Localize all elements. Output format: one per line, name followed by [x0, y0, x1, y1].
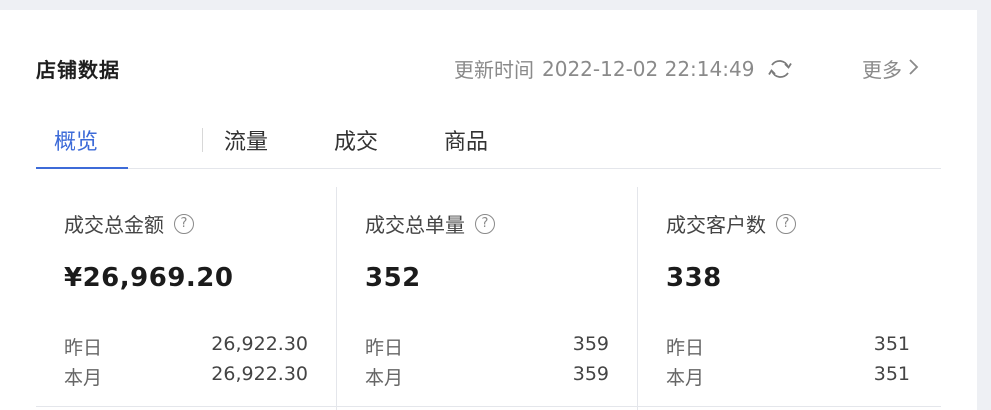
- chevron-right-icon: [908, 57, 920, 81]
- tab-separator: [202, 128, 203, 152]
- tab-products[interactable]: 商品: [444, 124, 488, 156]
- tab-traffic[interactable]: 流量: [224, 124, 268, 156]
- update-time-label: 更新时间: [454, 58, 534, 82]
- help-icon[interactable]: ?: [174, 213, 194, 234]
- metric-total-amount: 成交总金额 ? ¥26,969.20 昨日 26,922.30 本月 26,92…: [36, 187, 336, 410]
- row-value: 26,922.30: [211, 363, 308, 385]
- row-key: 本月: [64, 367, 103, 389]
- metric-label: 成交总单量 ?: [365, 209, 495, 238]
- metric-customers: 成交客户数 ? 338 昨日 351 本月 351: [637, 187, 938, 410]
- row-value: 26,922.30: [211, 333, 308, 355]
- metric-value: 352: [365, 263, 421, 293]
- row-value: 351: [873, 363, 910, 385]
- tab-bar: 概览 流量 成交 商品: [36, 114, 941, 169]
- more-link[interactable]: 更多: [862, 54, 920, 83]
- tab-transactions[interactable]: 成交: [334, 124, 378, 156]
- active-tab-indicator: [36, 167, 128, 169]
- row-key: 本月: [365, 367, 404, 389]
- help-icon[interactable]: ?: [475, 213, 495, 234]
- update-time-area: 更新时间 2022-12-02 22:14:49: [454, 54, 794, 83]
- metric-label-text: 成交客户数: [666, 213, 766, 237]
- bottom-divider: [36, 406, 941, 407]
- more-label: 更多: [862, 58, 902, 82]
- card-header: 店铺数据 更新时间 2022-12-02 22:14:49 更多: [36, 52, 941, 82]
- refresh-icon[interactable]: [766, 57, 794, 81]
- row-key: 昨日: [666, 337, 705, 359]
- metric-label: 成交总金额 ?: [64, 209, 194, 238]
- update-time-value: 2022-12-02 22:14:49: [542, 56, 755, 81]
- card-title: 店铺数据: [36, 58, 120, 82]
- row-value: 359: [572, 363, 609, 385]
- metrics-grid: 成交总金额 ? ¥26,969.20 昨日 26,922.30 本月 26,92…: [36, 187, 941, 410]
- row-value: 351: [873, 333, 910, 355]
- metric-label-text: 成交总金额: [64, 213, 164, 237]
- help-icon[interactable]: ?: [776, 213, 796, 234]
- row-key: 昨日: [365, 337, 404, 359]
- metric-value: 338: [666, 263, 722, 293]
- row-key: 本月: [666, 367, 705, 389]
- metric-value: ¥26,969.20: [64, 263, 234, 293]
- tab-overview[interactable]: 概览: [54, 124, 98, 156]
- metric-label: 成交客户数 ?: [666, 209, 796, 238]
- metric-total-orders: 成交总单量 ? 352 昨日 359 本月 359: [336, 187, 637, 410]
- store-data-card: 店铺数据 更新时间 2022-12-02 22:14:49 更多 概览 流量 成…: [0, 10, 977, 410]
- row-value: 359: [572, 333, 609, 355]
- metric-label-text: 成交总单量: [365, 213, 465, 237]
- row-key: 昨日: [64, 337, 103, 359]
